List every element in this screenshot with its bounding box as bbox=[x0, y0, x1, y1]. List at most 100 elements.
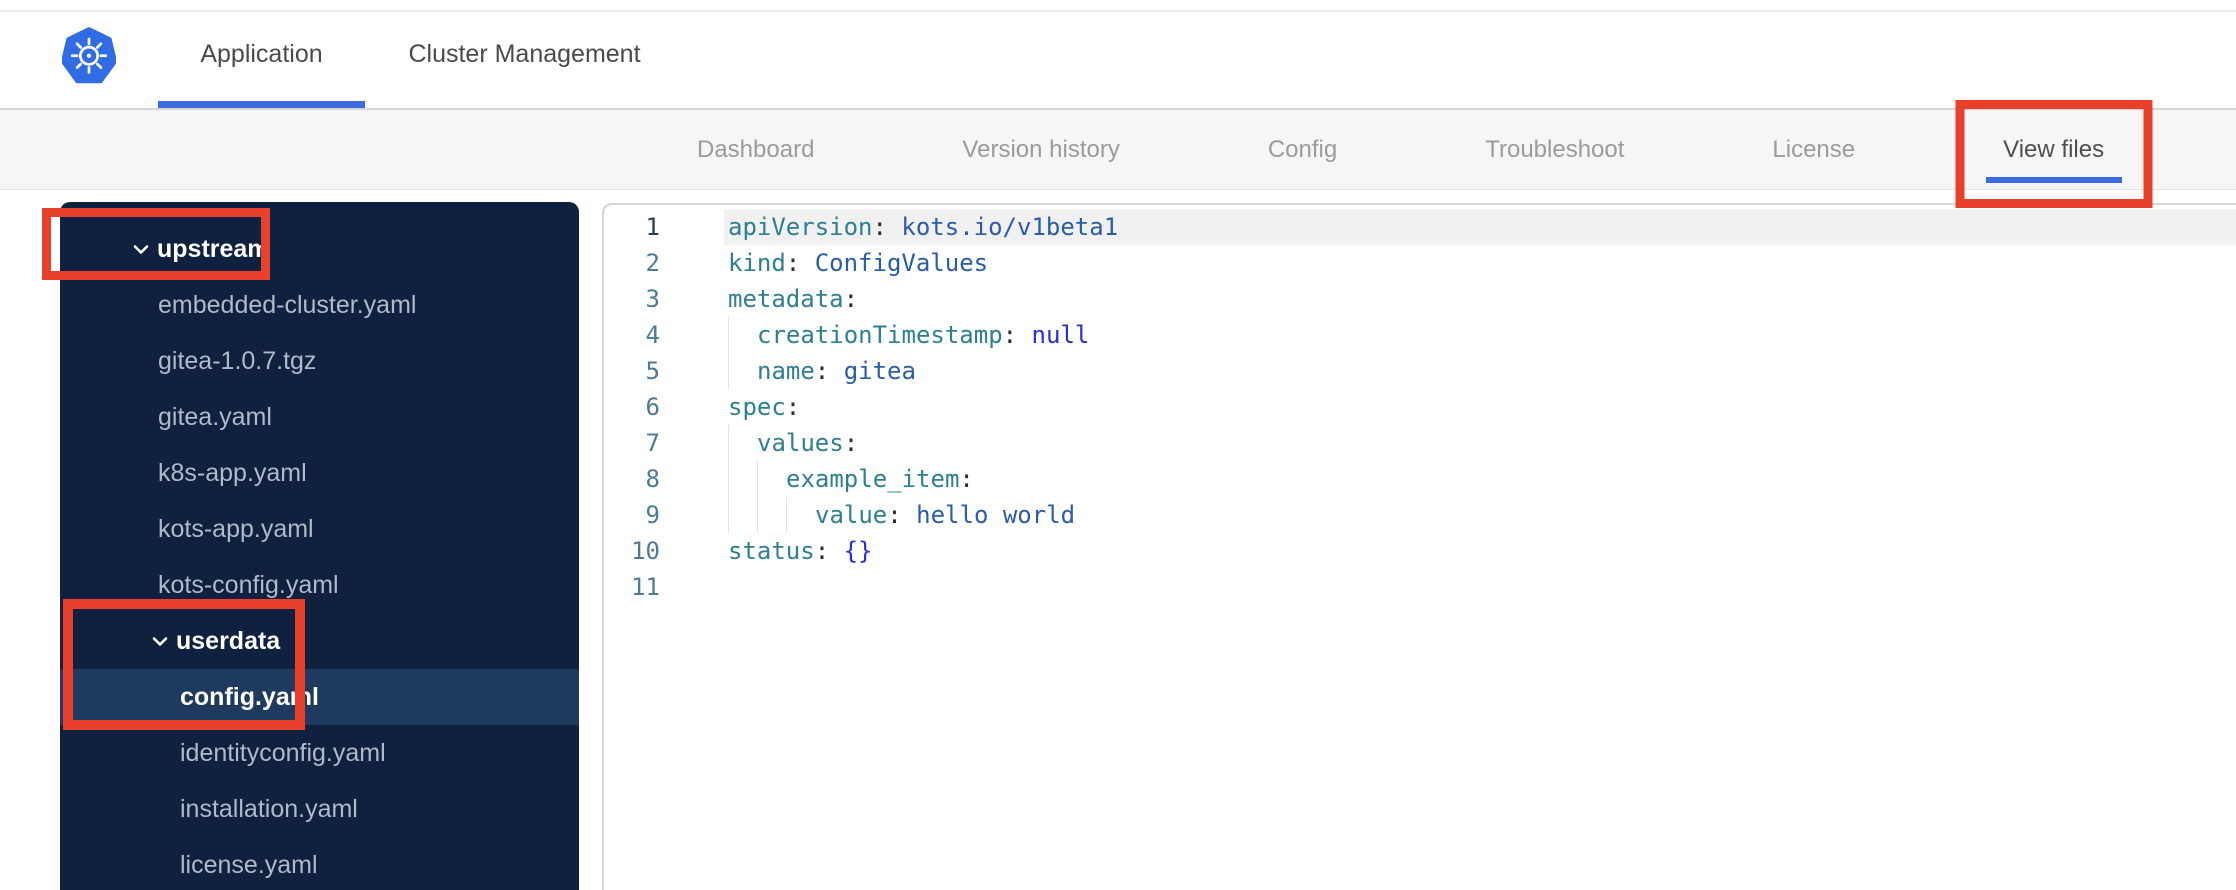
nav-config[interactable]: Config bbox=[1268, 110, 1337, 189]
token-pun: : bbox=[785, 393, 801, 421]
code-line-10: 10 status: {} bbox=[604, 533, 2236, 569]
code-content: kind: ConfigValues bbox=[728, 245, 988, 281]
token-pun: : bbox=[887, 501, 917, 529]
code-lines: 1 apiVersion: kots.io/v1beta1 2 kind: Confi… bbox=[604, 209, 2236, 605]
tab-cluster-management[interactable]: Cluster Management bbox=[393, 0, 656, 108]
token-val: hello world bbox=[916, 501, 1076, 529]
nav-troubleshoot[interactable]: Troubleshoot bbox=[1485, 110, 1624, 189]
tree-file-identityconfig-yaml[interactable]: identityconfig.yaml bbox=[60, 725, 579, 781]
tree-file-license-yaml[interactable]: license.yaml bbox=[60, 837, 579, 890]
code-line-4: 4 creationTimestamp: null bbox=[604, 317, 2236, 353]
nav-dashboard-label: Dashboard bbox=[697, 135, 815, 163]
indent-guide bbox=[728, 317, 757, 353]
code-content: metadata: bbox=[728, 281, 858, 317]
code-line-1: 1 apiVersion: kots.io/v1beta1 bbox=[604, 209, 2236, 245]
tree-folder-userdata[interactable]: userdata bbox=[60, 613, 579, 669]
token-kw: {} bbox=[843, 537, 873, 565]
token-pun: : bbox=[959, 465, 974, 493]
tree-file-embedded-cluster-yaml[interactable]: embedded-cluster.yaml bbox=[60, 277, 579, 333]
line-number: 3 bbox=[645, 285, 660, 313]
line-number: 5 bbox=[645, 357, 660, 385]
indent-guide bbox=[728, 353, 757, 389]
line-number: 6 bbox=[645, 393, 660, 421]
header-tabs: Application Cluster Management bbox=[158, 0, 656, 108]
nav-dashboard[interactable]: Dashboard bbox=[697, 110, 814, 189]
tree-file-gitea-1-0-7-tgz[interactable]: gitea-1.0.7.tgz bbox=[60, 333, 579, 389]
code-line-8: 8 example_item: bbox=[604, 461, 2236, 497]
tree-folder-label: upstream bbox=[157, 234, 270, 263]
file-editor[interactable]: 1 apiVersion: kots.io/v1beta1 2 kind: Confi… bbox=[602, 203, 2236, 890]
nav-version-history[interactable]: Version history bbox=[962, 110, 1119, 189]
token-key: kind bbox=[728, 249, 786, 277]
token-val: gitea bbox=[843, 357, 916, 385]
line-number: 7 bbox=[645, 429, 660, 457]
code-content: name: gitea bbox=[728, 353, 916, 389]
token-key: value bbox=[815, 501, 888, 529]
code-content: spec: bbox=[728, 389, 800, 425]
token-val: ConfigValues bbox=[814, 249, 989, 277]
indent-guide bbox=[757, 461, 786, 497]
tab-application[interactable]: Application bbox=[158, 0, 365, 108]
token-key: metadata bbox=[728, 285, 844, 313]
tree-file-label: kots-config.yaml bbox=[158, 570, 339, 599]
nav-license-label: License bbox=[1772, 135, 1856, 163]
token-pun: : bbox=[814, 357, 844, 385]
kots-admin-console: Application Cluster Management Dashboard… bbox=[0, 0, 2236, 890]
tree-folder-label: userdata bbox=[176, 626, 281, 655]
line-number: 8 bbox=[645, 465, 660, 493]
tree-file-installation-yaml[interactable]: installation.yaml bbox=[60, 781, 579, 837]
indent-guide bbox=[728, 497, 757, 533]
tree-file-config-yaml[interactable]: config.yaml bbox=[60, 669, 579, 725]
tree-file-label: config.yaml bbox=[180, 682, 319, 711]
token-key: name bbox=[757, 357, 815, 385]
nav-troubleshoot-label: Troubleshoot bbox=[1485, 135, 1625, 163]
code-line-6: 6 spec: bbox=[604, 389, 2236, 425]
chevron-down-icon bbox=[152, 636, 168, 646]
token-key: creationTimestamp bbox=[757, 321, 1003, 349]
code-line-2: 2 kind: ConfigValues bbox=[604, 245, 2236, 281]
line-number: 11 bbox=[631, 573, 660, 601]
nav-license[interactable]: License bbox=[1772, 110, 1855, 189]
code-line-5: 5 name: gitea bbox=[604, 353, 2236, 389]
code-line-9: 9 value: hello world bbox=[604, 497, 2236, 533]
tree-file-k8s-app-yaml[interactable]: k8s-app.yaml bbox=[60, 445, 579, 501]
indent-guide bbox=[786, 497, 815, 533]
tree-file-label: identityconfig.yaml bbox=[180, 738, 386, 767]
tree-file-kots-app-yaml[interactable]: kots-app.yaml bbox=[60, 501, 579, 557]
line-number: 4 bbox=[645, 321, 660, 349]
tree-file-label: kots-app.yaml bbox=[158, 514, 314, 543]
kubernetes-logo-icon bbox=[62, 27, 116, 84]
tab-application-label: Application bbox=[200, 39, 323, 68]
nav-version-history-label: Version history bbox=[962, 135, 1120, 163]
token-key: values bbox=[757, 429, 844, 457]
token-key: apiVersion bbox=[728, 213, 873, 241]
token-pun: : bbox=[843, 285, 859, 313]
tree-file-label: installation.yaml bbox=[180, 794, 358, 823]
nav-config-label: Config bbox=[1267, 135, 1338, 163]
code-line-3: 3 metadata: bbox=[604, 281, 2236, 317]
file-tree-sidebar: upstream embedded-cluster.yaml gitea-1.0.7… bbox=[42, 202, 579, 890]
tree-file-label: embedded-cluster.yaml bbox=[158, 290, 417, 319]
line-number: 1 bbox=[645, 213, 660, 241]
indent-guide bbox=[757, 497, 786, 533]
token-pun: : bbox=[785, 249, 815, 277]
token-pun: : bbox=[1002, 321, 1032, 349]
nav-view-files-label: View files bbox=[2003, 135, 2105, 163]
token-kw: null bbox=[1031, 321, 1090, 349]
nav-view-files[interactable]: View files bbox=[1955, 100, 2153, 208]
tree-file-label: gitea-1.0.7.tgz bbox=[158, 346, 317, 375]
app-header: Application Cluster Management bbox=[0, 0, 2236, 108]
token-key: status bbox=[728, 537, 815, 565]
tree-file-gitea-yaml[interactable]: gitea.yaml bbox=[60, 389, 579, 445]
tree-file-kots-config-yaml[interactable]: kots-config.yaml bbox=[60, 557, 579, 613]
tree-file-label: k8s-app.yaml bbox=[158, 458, 307, 487]
indent-guide bbox=[728, 461, 757, 497]
token-pun: : bbox=[843, 429, 859, 457]
code-line-11: 11 bbox=[604, 569, 2236, 605]
code-content: value: hello world bbox=[728, 497, 1075, 533]
token-key: spec bbox=[728, 393, 786, 421]
line-number: 10 bbox=[631, 537, 660, 565]
tree-folder-upstream[interactable]: upstream bbox=[60, 221, 579, 277]
active-tab-underline bbox=[158, 101, 365, 108]
code-content: example_item: bbox=[728, 461, 974, 497]
